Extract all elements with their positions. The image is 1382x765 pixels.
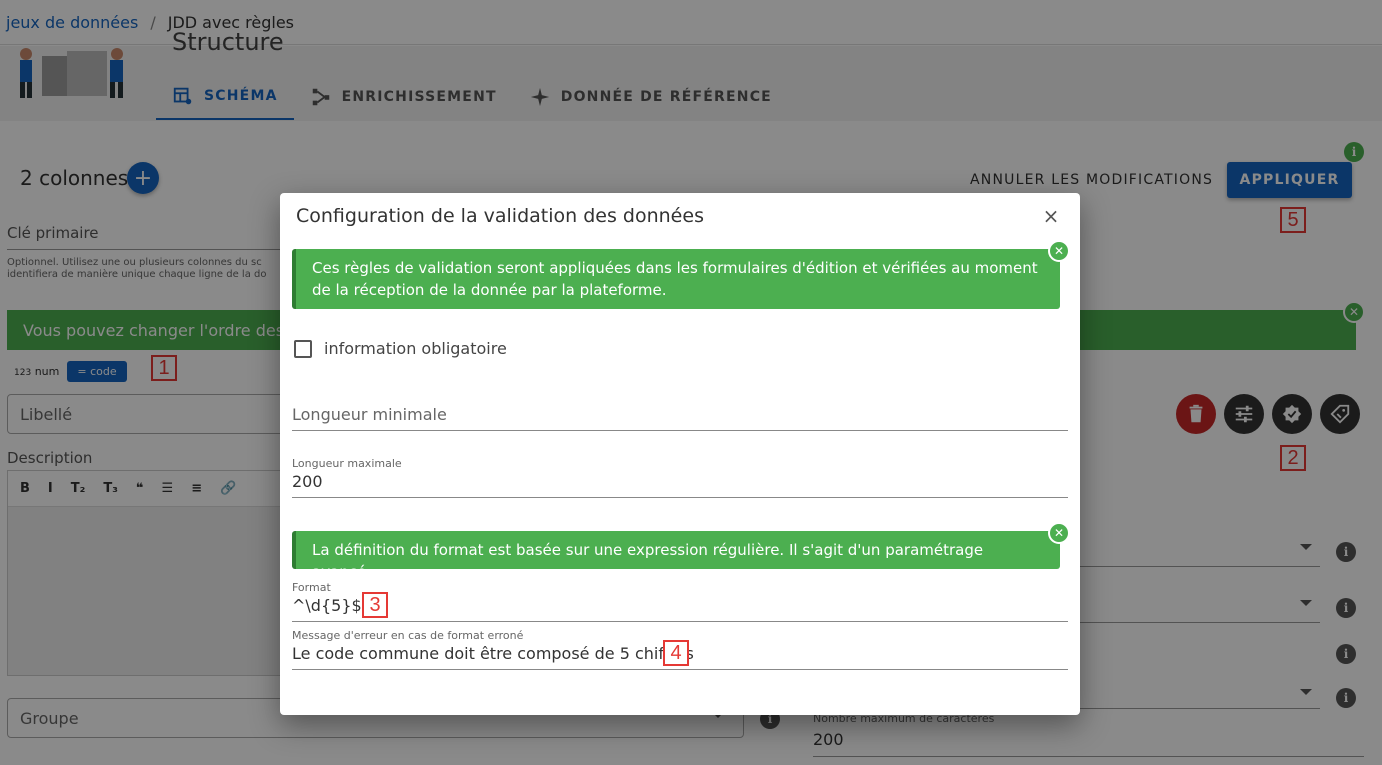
- max-length-underline: [292, 497, 1068, 498]
- required-checkbox-row[interactable]: information obligatoire: [294, 339, 507, 358]
- close-icon[interactable]: ×: [1040, 204, 1062, 228]
- required-checkbox-label: information obligatoire: [324, 339, 507, 358]
- required-checkbox[interactable]: [294, 339, 312, 358]
- format-label: Format: [292, 581, 331, 594]
- format-info-text: La définition du format est basée sur un…: [312, 541, 984, 581]
- format-value[interactable]: ^\d{5}$: [292, 596, 1068, 615]
- annotation-4: 4: [663, 640, 689, 666]
- validation-info-text: Ces règles de validation seront appliqué…: [312, 259, 1038, 299]
- alert-close-icon[interactable]: ✕: [1048, 240, 1070, 262]
- max-length-value[interactable]: 200: [292, 472, 1068, 491]
- format-underline: [292, 621, 1068, 622]
- min-length-label: Longueur minimale: [292, 405, 447, 424]
- validation-info-alert: Ces règles de validation seront appliqué…: [292, 240, 1070, 309]
- max-length-label: Longueur maximale: [292, 457, 402, 470]
- max-length-field[interactable]: Longueur maximale 200: [292, 457, 1068, 498]
- annotation-3: 3: [362, 592, 388, 618]
- dialog-title: Configuration de la validation des donné…: [296, 205, 704, 227]
- min-length-field[interactable]: Longueur minimale: [292, 405, 1068, 431]
- format-field[interactable]: Format ^\d{5}$: [292, 581, 1068, 622]
- validation-dialog: Configuration de la validation des donné…: [280, 193, 1080, 715]
- error-message-underline: [292, 669, 1068, 670]
- min-length-underline: [292, 430, 1068, 431]
- format-info-alert: La définition du format est basée sur un…: [292, 522, 1070, 581]
- format-alert-close-icon[interactable]: ✕: [1048, 522, 1070, 544]
